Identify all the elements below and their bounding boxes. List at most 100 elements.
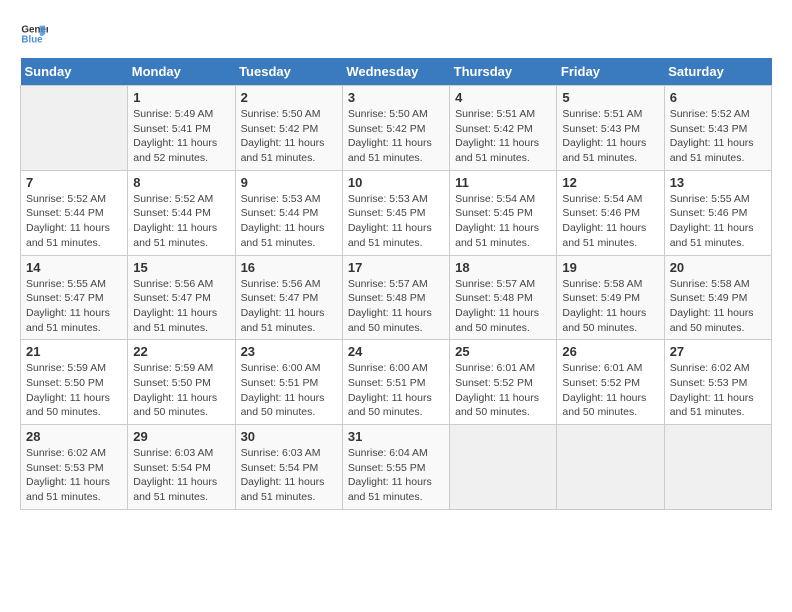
calendar-week-row: 14Sunrise: 5:55 AM Sunset: 5:47 PM Dayli… [21,255,772,340]
day-header-friday: Friday [557,58,664,86]
calendar-cell [664,425,771,510]
calendar-cell: 22Sunrise: 5:59 AM Sunset: 5:50 PM Dayli… [128,340,235,425]
day-info: Sunrise: 5:54 AM Sunset: 5:46 PM Dayligh… [562,192,658,251]
day-number: 14 [26,260,122,275]
day-info: Sunrise: 5:53 AM Sunset: 5:45 PM Dayligh… [348,192,444,251]
day-info: Sunrise: 5:56 AM Sunset: 5:47 PM Dayligh… [133,277,229,336]
calendar-cell [557,425,664,510]
calendar-week-row: 7Sunrise: 5:52 AM Sunset: 5:44 PM Daylig… [21,170,772,255]
calendar-cell: 28Sunrise: 6:02 AM Sunset: 5:53 PM Dayli… [21,425,128,510]
day-number: 10 [348,175,444,190]
day-number: 3 [348,90,444,105]
day-number: 26 [562,344,658,359]
day-info: Sunrise: 5:56 AM Sunset: 5:47 PM Dayligh… [241,277,337,336]
day-header-monday: Monday [128,58,235,86]
day-number: 13 [670,175,766,190]
day-info: Sunrise: 6:04 AM Sunset: 5:55 PM Dayligh… [348,446,444,505]
day-number: 11 [455,175,551,190]
day-number: 30 [241,429,337,444]
day-header-saturday: Saturday [664,58,771,86]
day-number: 12 [562,175,658,190]
day-info: Sunrise: 5:52 AM Sunset: 5:44 PM Dayligh… [133,192,229,251]
day-number: 6 [670,90,766,105]
day-info: Sunrise: 6:00 AM Sunset: 5:51 PM Dayligh… [348,361,444,420]
calendar-cell: 4Sunrise: 5:51 AM Sunset: 5:42 PM Daylig… [450,86,557,171]
calendar-cell: 12 Sunrise: 5:54 AM Sunset: 5:46 PM Dayli… [557,170,664,255]
day-info: Sunrise: 6:01 AM Sunset: 5:52 PM Dayligh… [455,361,551,420]
calendar-body: 1 Sunrise: 5:49 AM Sunset: 5:41 PM Daylig… [21,86,772,510]
calendar-week-row: 28Sunrise: 6:02 AM Sunset: 5:53 PM Dayli… [21,425,772,510]
calendar-cell: 14Sunrise: 5:55 AM Sunset: 5:47 PM Dayli… [21,255,128,340]
day-number: 9 [241,175,337,190]
day-header-wednesday: Wednesday [342,58,449,86]
day-info: Sunrise: 5:50 AM Sunset: 5:42 PM Dayligh… [241,107,337,166]
day-number: 18 [455,260,551,275]
calendar-cell: 27Sunrise: 6:02 AM Sunset: 5:53 PM Dayli… [664,340,771,425]
day-info: Sunrise: 5:57 AM Sunset: 5:48 PM Dayligh… [455,277,551,336]
day-info: Sunrise: 5:52 AM Sunset: 5:44 PM Dayligh… [26,192,122,251]
calendar-cell: 13 Sunrise: 5:55 AM Sunset: 5:46 PM Dayli… [664,170,771,255]
day-number: 17 [348,260,444,275]
calendar-cell: 26 Sunrise: 6:01 AM Sunset: 5:52 PM Dayli… [557,340,664,425]
day-number: 31 [348,429,444,444]
day-info: Sunrise: 5:52 AM Sunset: 5:43 PM Dayligh… [670,107,766,166]
calendar-cell: 7Sunrise: 5:52 AM Sunset: 5:44 PM Daylig… [21,170,128,255]
calendar-cell: 18 Sunrise: 5:57 AM Sunset: 5:48 PM Dayli… [450,255,557,340]
calendar-cell: 31 Sunrise: 6:04 AM Sunset: 5:55 PM Dayli… [342,425,449,510]
day-number: 2 [241,90,337,105]
day-info: Sunrise: 6:01 AM Sunset: 5:52 PM Dayligh… [562,361,658,420]
calendar-cell: 2 Sunrise: 5:50 AM Sunset: 5:42 PM Daylig… [235,86,342,171]
day-number: 8 [133,175,229,190]
calendar-cell: 19 Sunrise: 5:58 AM Sunset: 5:49 PM Dayli… [557,255,664,340]
day-info: Sunrise: 5:49 AM Sunset: 5:41 PM Dayligh… [133,107,229,166]
header: General Blue [20,20,772,48]
day-number: 29 [133,429,229,444]
day-info: Sunrise: 6:03 AM Sunset: 5:54 PM Dayligh… [241,446,337,505]
day-info: Sunrise: 5:58 AM Sunset: 5:49 PM Dayligh… [562,277,658,336]
day-number: 16 [241,260,337,275]
calendar-cell: 8 Sunrise: 5:52 AM Sunset: 5:44 PM Daylig… [128,170,235,255]
day-number: 22 [133,344,229,359]
day-info: Sunrise: 6:03 AM Sunset: 5:54 PM Dayligh… [133,446,229,505]
day-info: Sunrise: 5:53 AM Sunset: 5:44 PM Dayligh… [241,192,337,251]
calendar-cell: 25 Sunrise: 6:01 AM Sunset: 5:52 PM Dayli… [450,340,557,425]
calendar-cell: 15Sunrise: 5:56 AM Sunset: 5:47 PM Dayli… [128,255,235,340]
calendar-cell: 24 Sunrise: 6:00 AM Sunset: 5:51 PM Dayli… [342,340,449,425]
day-number: 5 [562,90,658,105]
calendar-cell: 20 Sunrise: 5:58 AM Sunset: 5:49 PM Dayli… [664,255,771,340]
calendar-cell: 9 Sunrise: 5:53 AM Sunset: 5:44 PM Daylig… [235,170,342,255]
logo: General Blue [20,20,48,48]
day-number: 28 [26,429,122,444]
calendar-cell: 5Sunrise: 5:51 AM Sunset: 5:43 PM Daylig… [557,86,664,171]
calendar-cell: 29 Sunrise: 6:03 AM Sunset: 5:54 PM Dayli… [128,425,235,510]
day-info: Sunrise: 5:51 AM Sunset: 5:42 PM Dayligh… [455,107,551,166]
day-info: Sunrise: 5:58 AM Sunset: 5:49 PM Dayligh… [670,277,766,336]
calendar-cell: 23Sunrise: 6:00 AM Sunset: 5:51 PM Dayli… [235,340,342,425]
calendar-cell: 1 Sunrise: 5:49 AM Sunset: 5:41 PM Daylig… [128,86,235,171]
day-info: Sunrise: 6:00 AM Sunset: 5:51 PM Dayligh… [241,361,337,420]
calendar-header-row: SundayMondayTuesdayWednesdayThursdayFrid… [21,58,772,86]
day-number: 19 [562,260,658,275]
day-number: 25 [455,344,551,359]
calendar-cell: 11 Sunrise: 5:54 AM Sunset: 5:45 PM Dayli… [450,170,557,255]
calendar-week-row: 1 Sunrise: 5:49 AM Sunset: 5:41 PM Daylig… [21,86,772,171]
calendar-cell: 21 Sunrise: 5:59 AM Sunset: 5:50 PM Dayli… [21,340,128,425]
day-header-sunday: Sunday [21,58,128,86]
day-info: Sunrise: 5:55 AM Sunset: 5:46 PM Dayligh… [670,192,766,251]
day-info: Sunrise: 5:57 AM Sunset: 5:48 PM Dayligh… [348,277,444,336]
day-info: Sunrise: 5:59 AM Sunset: 5:50 PM Dayligh… [26,361,122,420]
day-number: 1 [133,90,229,105]
calendar-cell: 16 Sunrise: 5:56 AM Sunset: 5:47 PM Dayli… [235,255,342,340]
calendar-week-row: 21 Sunrise: 5:59 AM Sunset: 5:50 PM Dayli… [21,340,772,425]
calendar-table: SundayMondayTuesdayWednesdayThursdayFrid… [20,58,772,510]
day-number: 21 [26,344,122,359]
day-number: 24 [348,344,444,359]
calendar-cell: 10 Sunrise: 5:53 AM Sunset: 5:45 PM Dayli… [342,170,449,255]
day-number: 20 [670,260,766,275]
calendar-cell: 17 Sunrise: 5:57 AM Sunset: 5:48 PM Dayli… [342,255,449,340]
day-header-thursday: Thursday [450,58,557,86]
day-info: Sunrise: 5:50 AM Sunset: 5:42 PM Dayligh… [348,107,444,166]
day-info: Sunrise: 5:54 AM Sunset: 5:45 PM Dayligh… [455,192,551,251]
calendar-cell [450,425,557,510]
day-info: Sunrise: 6:02 AM Sunset: 5:53 PM Dayligh… [670,361,766,420]
